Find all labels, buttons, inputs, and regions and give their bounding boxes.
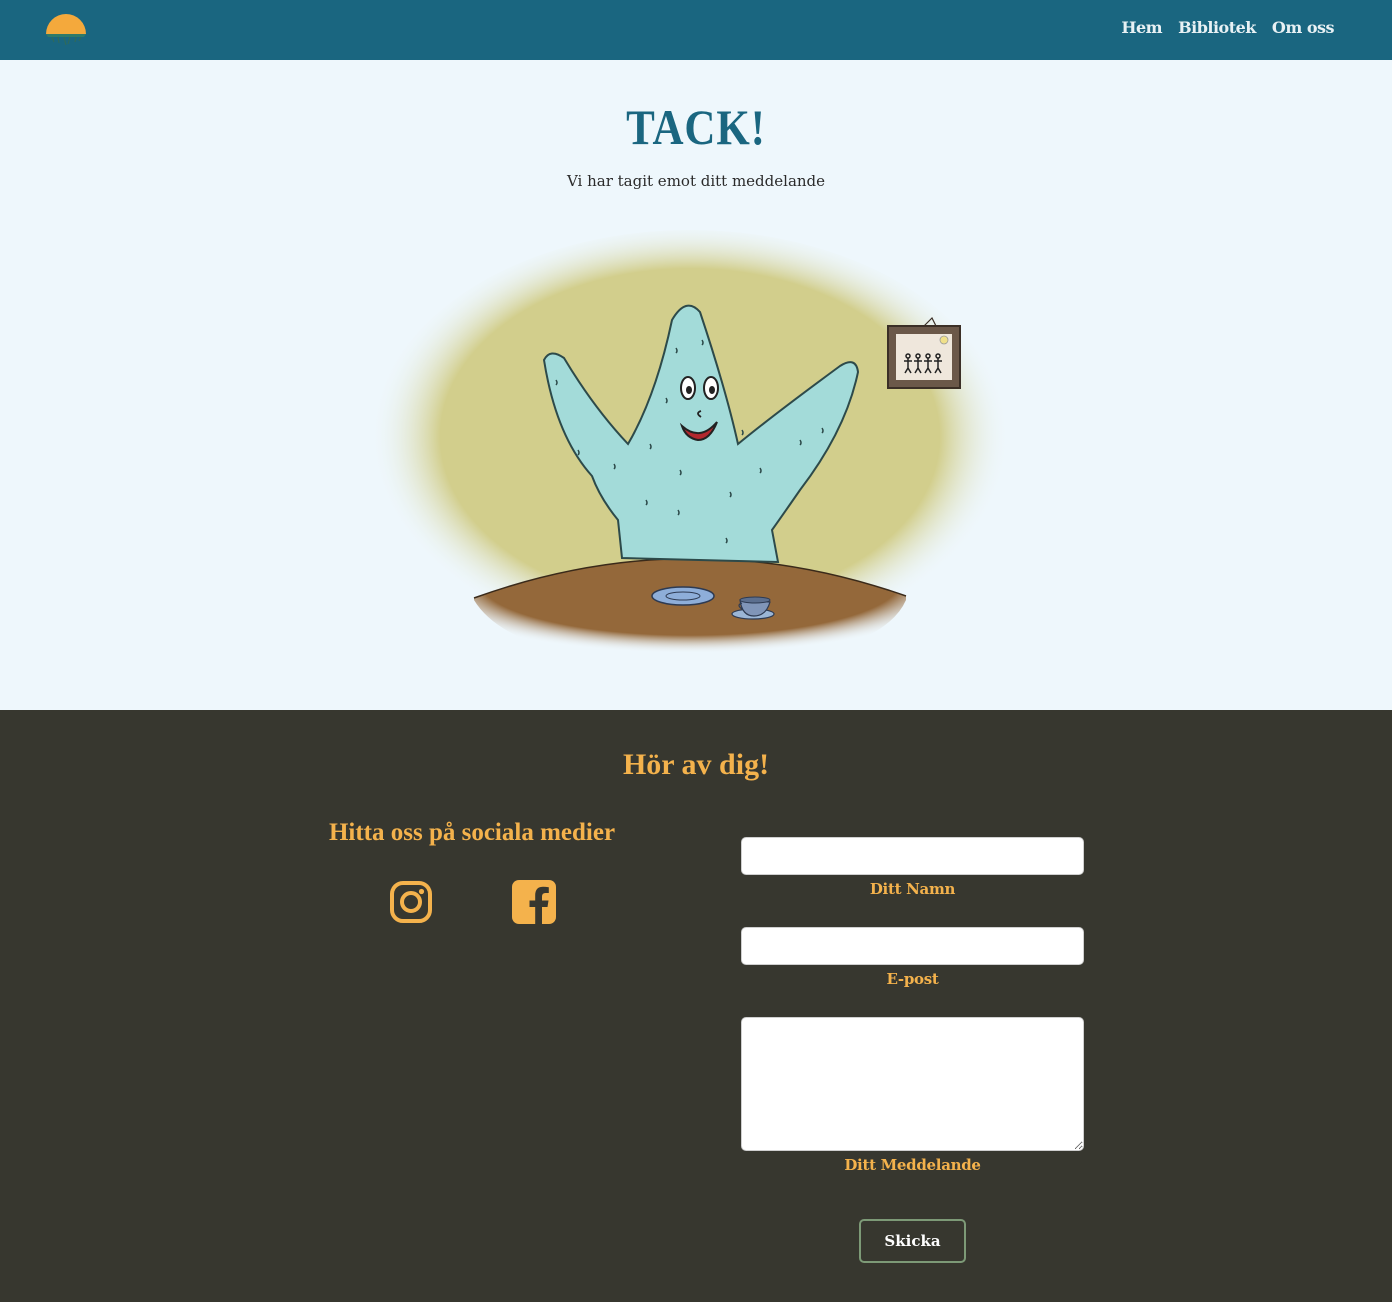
email-input[interactable] [741, 927, 1084, 965]
starfish-illustration [360, 230, 1020, 700]
name-input[interactable] [741, 837, 1084, 875]
nav-link-hem[interactable]: Hem [1121, 18, 1162, 37]
name-label: Ditt Namn [869, 880, 956, 898]
social-heading: Hitta oss på sociala medier [328, 819, 616, 846]
facebook-icon[interactable] [512, 880, 556, 924]
nav-link-bibliotek[interactable]: Bibliotek [1178, 18, 1256, 37]
page-title: TACK! [626, 99, 766, 155]
message-textarea[interactable] [741, 1017, 1084, 1151]
navbar: Hem Bibliotek Om oss [0, 0, 1392, 60]
instagram-icon[interactable] [389, 880, 433, 924]
footer [0, 710, 1392, 1302]
email-label: E-post [886, 970, 939, 988]
page-subtitle: Vi har tagit emot ditt meddelande [566, 172, 826, 190]
sunset-logo-icon[interactable] [44, 12, 88, 48]
message-label: Ditt Meddelande [844, 1156, 981, 1174]
submit-button[interactable]: Skicka [859, 1219, 966, 1263]
nav-link-om-oss[interactable]: Om oss [1272, 18, 1335, 37]
main-nav: Hem Bibliotek Om oss [1121, 18, 1334, 37]
contact-heading: Hör av dig! [622, 748, 770, 781]
